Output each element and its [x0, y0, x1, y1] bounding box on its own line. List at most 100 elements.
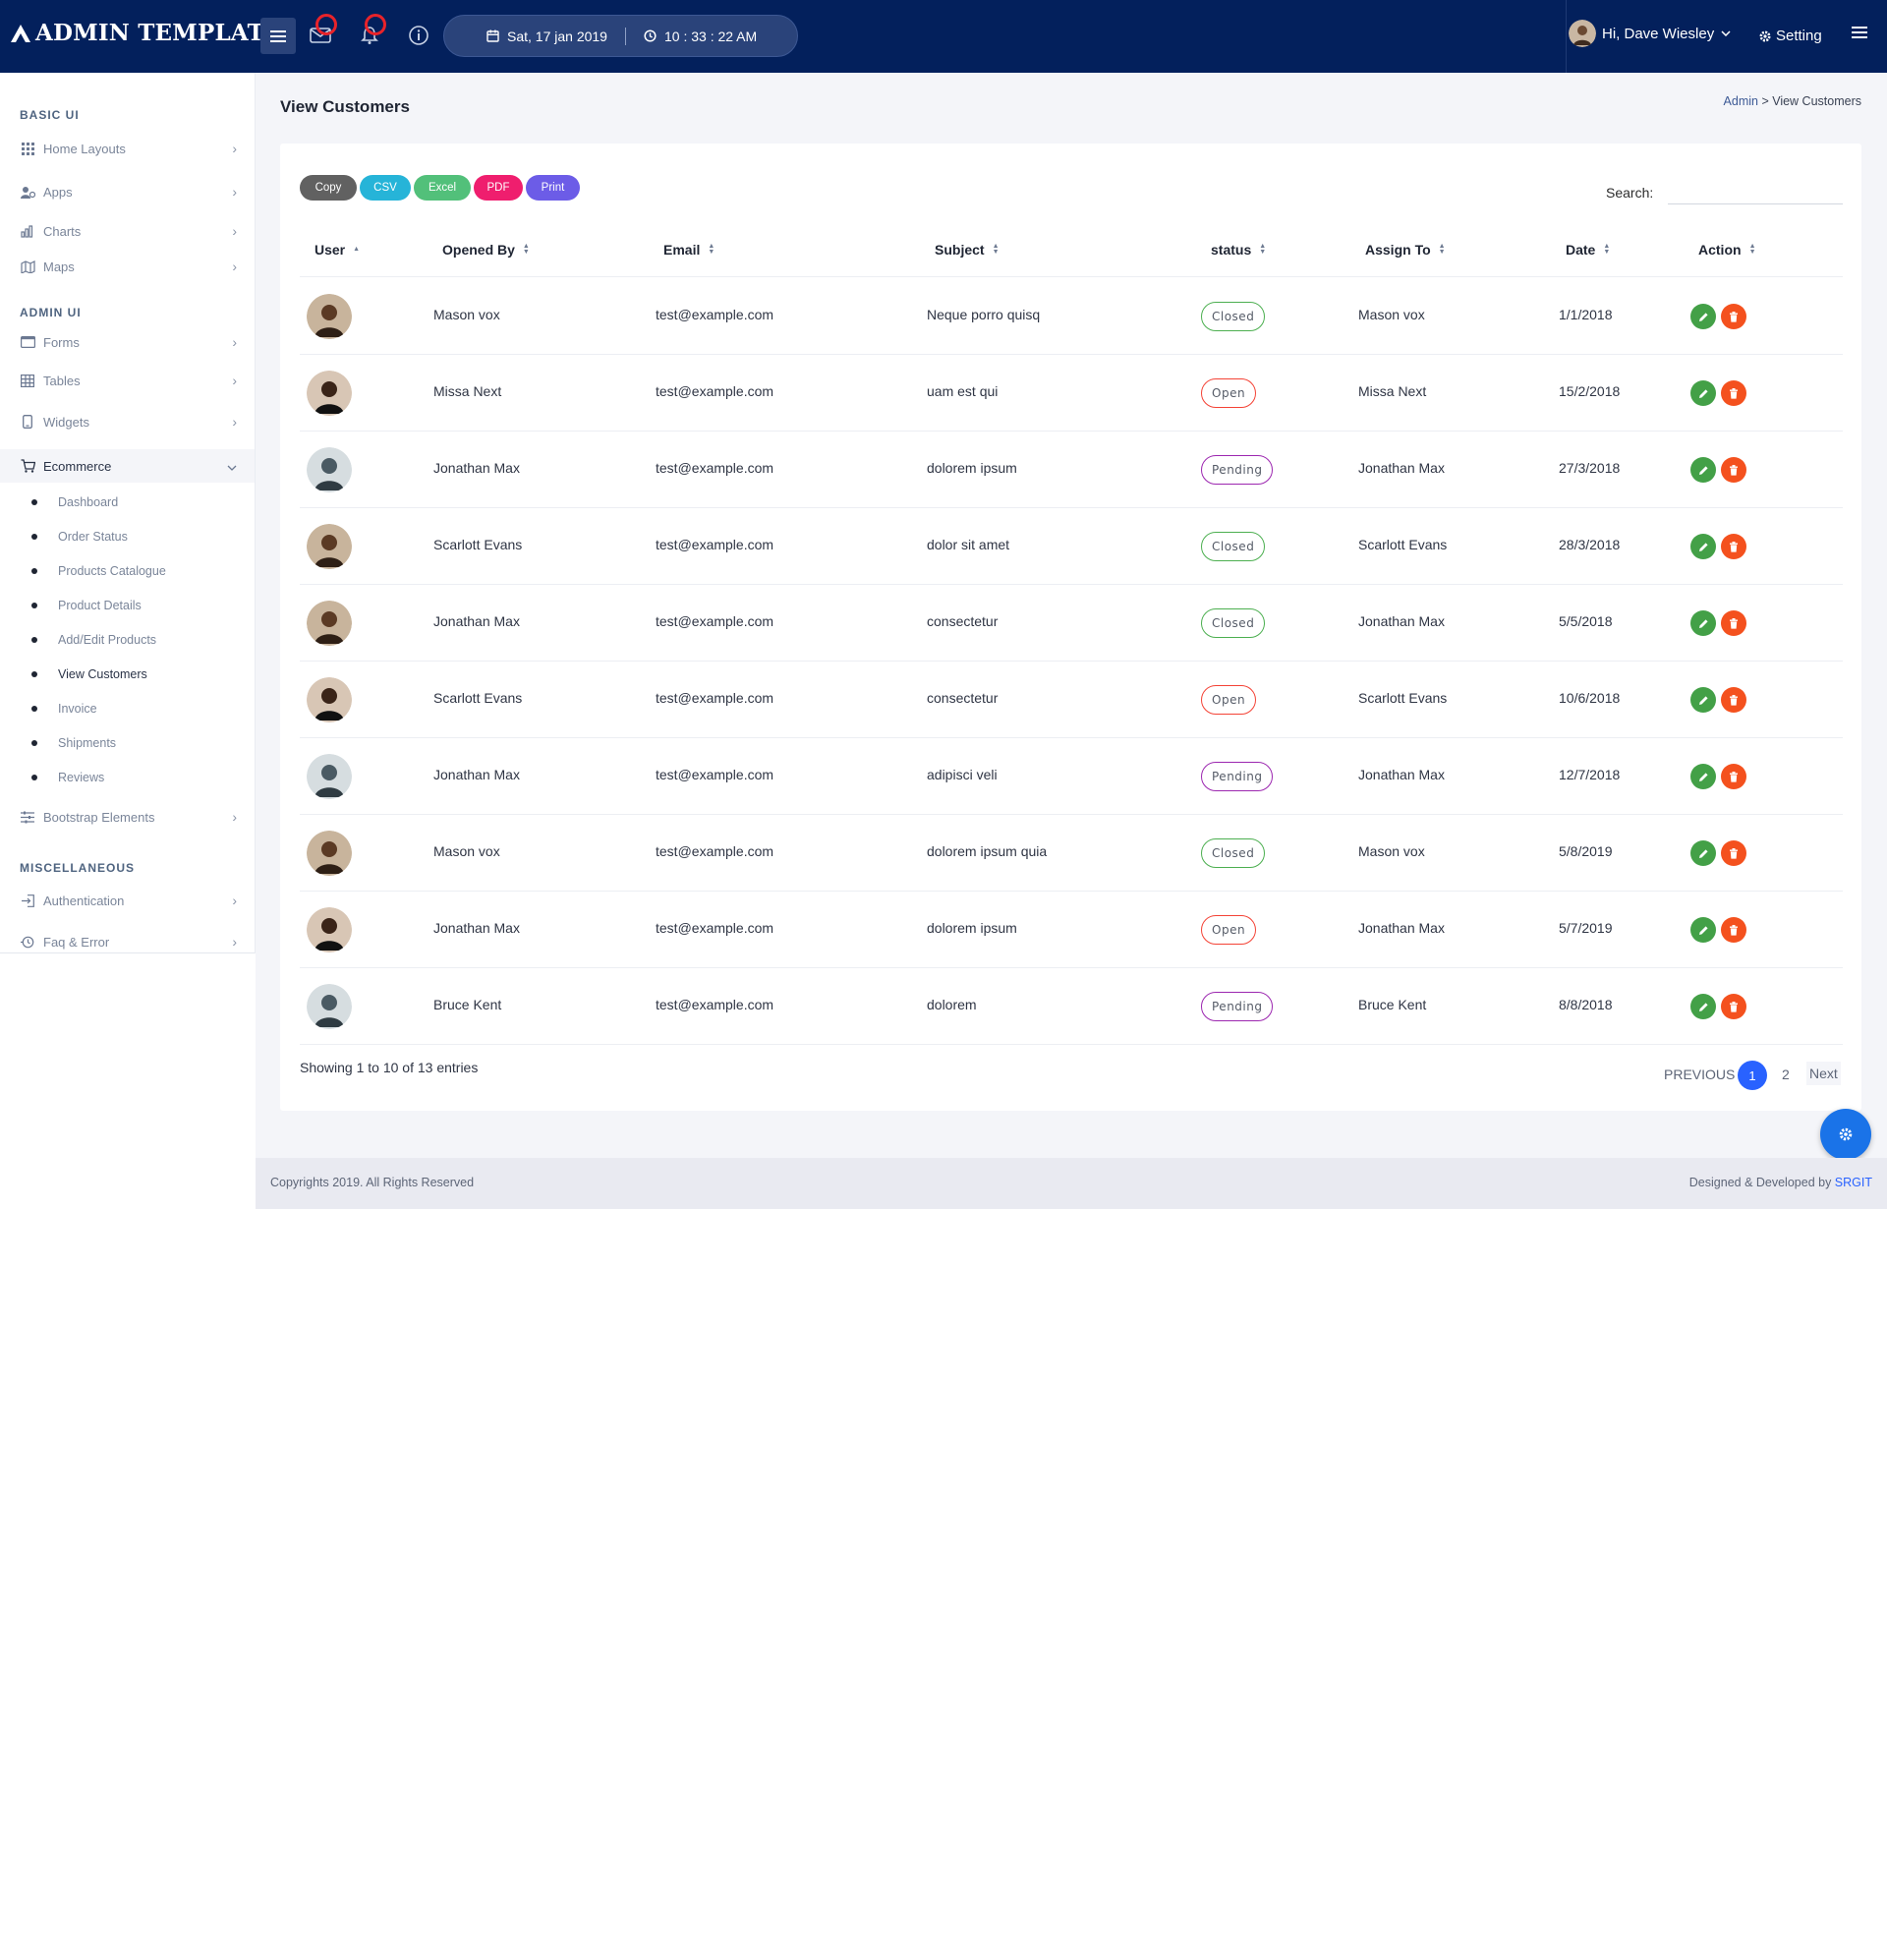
sidebar-item-maps[interactable]: Maps › — [0, 252, 255, 281]
opened-by-cell: Bruce Kent — [433, 997, 502, 1012]
sidebar-item-authentication[interactable]: Authentication › — [0, 886, 255, 915]
pencil-icon — [1698, 925, 1708, 935]
assign-to-cell: Bruce Kent — [1358, 997, 1427, 1012]
sidebar-item-widgets[interactable]: Widgets › — [0, 407, 255, 436]
excel-button[interactable]: Excel — [414, 175, 471, 201]
right-menu-button[interactable] — [1852, 26, 1867, 43]
customer-avatar — [307, 831, 352, 876]
subitem-label: Reviews — [58, 771, 105, 784]
setting-button[interactable]: Setting — [1758, 28, 1822, 44]
search-input[interactable] — [1668, 181, 1843, 204]
sort-icon: ▲ ▼ — [992, 243, 1000, 256]
csv-button[interactable]: CSV — [360, 175, 411, 201]
delete-button[interactable] — [1721, 994, 1746, 1019]
sidebar-subitem-shipments[interactable]: Shipments — [31, 736, 116, 750]
print-button[interactable]: Print — [526, 175, 580, 201]
pagination-next[interactable]: Next — [1806, 1062, 1841, 1085]
column-header-status[interactable]: status ▲ ▼ — [1211, 242, 1266, 258]
pdf-button[interactable]: PDF — [474, 175, 523, 201]
sidebar-item-charts[interactable]: Charts › — [0, 216, 255, 246]
sidebar-subitem-products-catalogue[interactable]: Products Catalogue — [31, 564, 166, 578]
copy-button[interactable]: Copy — [300, 175, 357, 201]
edit-button[interactable] — [1690, 304, 1716, 329]
edit-button[interactable] — [1690, 917, 1716, 943]
edit-button[interactable] — [1690, 380, 1716, 406]
grid-icon — [20, 141, 35, 156]
sidebar-subitem-order-status[interactable]: Order Status — [31, 530, 128, 544]
login-icon — [20, 893, 35, 908]
column-header-action[interactable]: Action ▲ ▼ — [1698, 242, 1756, 258]
delete-button[interactable] — [1721, 457, 1746, 483]
delete-button[interactable] — [1721, 840, 1746, 866]
sort-icon: ▲ ▼ — [1259, 243, 1267, 256]
delete-button[interactable] — [1721, 687, 1746, 713]
pagination-page-2[interactable]: 2 — [1782, 1066, 1790, 1082]
brand-logo[interactable]: ADMIN TEMPLATE — [10, 20, 282, 46]
status-badge: Open — [1201, 685, 1257, 715]
edit-button[interactable] — [1690, 840, 1716, 866]
edit-button[interactable] — [1690, 764, 1716, 789]
column-header-date[interactable]: Date ▲ ▼ — [1566, 242, 1610, 258]
delete-button[interactable] — [1721, 304, 1746, 329]
sidebar-item-apps[interactable]: Apps › — [0, 177, 255, 206]
sidebar-subitem-invoice[interactable]: Invoice — [31, 702, 97, 716]
sidebar-item-tables[interactable]: Tables › — [0, 366, 255, 395]
subject-cell: Neque porro quisq — [927, 307, 1041, 322]
edit-button[interactable] — [1690, 687, 1716, 713]
delete-button[interactable] — [1721, 610, 1746, 636]
page-title: View Customers — [280, 97, 410, 116]
status-badge: Closed — [1201, 838, 1266, 868]
customer-avatar — [307, 677, 352, 722]
sidebar-toggle-button[interactable] — [260, 18, 296, 54]
delete-button[interactable] — [1721, 764, 1746, 789]
sidebar-subitem-product-details[interactable]: Product Details — [31, 599, 142, 612]
table-row: Jonathan Max test@example.com adipisci vel… — [300, 737, 1843, 815]
trash-icon — [1730, 311, 1738, 322]
sidebar-item-home-layouts[interactable]: Home Layouts › — [0, 134, 255, 163]
users-icon — [20, 184, 35, 200]
delete-button[interactable] — [1721, 380, 1746, 406]
subitem-label: Shipments — [58, 736, 117, 750]
sidebar-subitem-add-edit-products[interactable]: Add/Edit Products — [31, 633, 156, 647]
bullet-icon — [31, 499, 37, 505]
pagination-page-1[interactable]: 1 — [1738, 1061, 1767, 1090]
breadcrumb-root-link[interactable]: Admin — [1724, 94, 1758, 108]
edit-button[interactable] — [1690, 994, 1716, 1019]
sidebar-subitem-dashboard[interactable]: Dashboard — [31, 495, 118, 509]
table-row: Missa Next test@example.com uam est qui Ope… — [300, 354, 1843, 432]
delete-button[interactable] — [1721, 917, 1746, 943]
edit-button[interactable] — [1690, 534, 1716, 559]
pencil-icon — [1698, 312, 1708, 321]
column-header-assign-to[interactable]: Assign To ▲ ▼ — [1365, 242, 1446, 258]
chevron-right-icon: › — [232, 184, 237, 200]
assign-to-cell: Mason vox — [1358, 843, 1425, 859]
chevron-right-icon: › — [232, 373, 237, 388]
delete-button[interactable] — [1721, 534, 1746, 559]
edit-button[interactable] — [1690, 610, 1716, 636]
column-label: Email — [663, 242, 701, 258]
column-header-user[interactable]: User ▲ — [314, 242, 360, 258]
designer-link[interactable]: SRGIT — [1835, 1176, 1872, 1189]
search-label: Search: — [1606, 185, 1654, 201]
column-header-subject[interactable]: Subject ▲ ▼ — [935, 242, 1000, 258]
info-button[interactable] — [405, 22, 432, 49]
sidebar-item-forms[interactable]: Forms › — [0, 327, 255, 357]
settings-fab-button[interactable] — [1820, 1109, 1871, 1160]
customer-avatar — [307, 294, 352, 339]
sidebar-subitem-reviews[interactable]: Reviews — [31, 771, 104, 784]
opened-by-cell: Scarlott Evans — [433, 537, 523, 552]
column-header-opened-by[interactable]: Opened By ▲ ▼ — [442, 242, 530, 258]
subitem-label: Add/Edit Products — [58, 633, 157, 647]
user-menu[interactable]: Hi, Dave Wiesley — [1569, 20, 1731, 47]
column-header-email[interactable]: Email ▲ ▼ — [663, 242, 715, 258]
sidebar-item-ecommerce[interactable]: Ecommerce — [0, 449, 255, 483]
sidebar-subitem-view-customers[interactable]: View Customers — [31, 667, 147, 681]
sidebar-item-label: Ecommerce — [43, 458, 112, 474]
notifications-button[interactable] — [356, 14, 386, 49]
edit-button[interactable] — [1690, 457, 1716, 483]
pagination-previous[interactable]: PREVIOUS — [1664, 1066, 1735, 1082]
credit-text: Designed & Developed by — [1688, 1176, 1835, 1189]
messages-button[interactable] — [307, 14, 337, 49]
customer-avatar — [307, 984, 352, 1029]
sidebar-item-bootstrap-elements[interactable]: Bootstrap Elements › — [0, 802, 255, 832]
